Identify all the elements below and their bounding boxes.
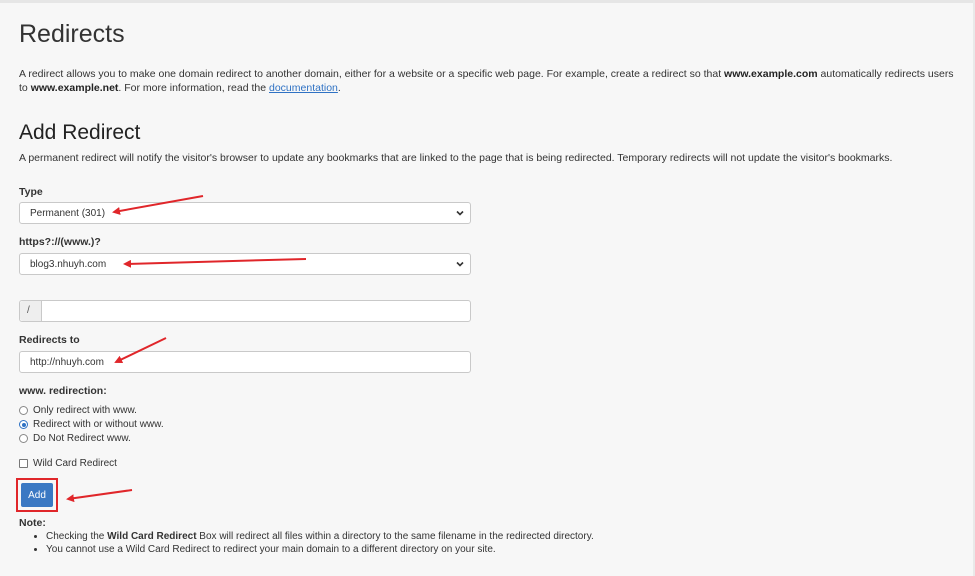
redirects-to-label: Redirects to: [19, 334, 80, 346]
note-list: Checking the Wild Card Redirect Box will…: [30, 530, 594, 556]
type-selected-value: Permanent (301): [30, 208, 106, 219]
top-border: [0, 0, 975, 3]
type-label: Type: [19, 186, 43, 198]
note-title: Note:: [19, 517, 46, 529]
documentation-link[interactable]: documentation: [269, 82, 338, 94]
note-item: You cannot use a Wild Card Redirect to r…: [46, 543, 594, 556]
checkbox[interactable]: [19, 459, 28, 468]
redirects-to-input[interactable]: http://nhuyh.com: [19, 351, 471, 373]
add-redirect-description: A permanent redirect will notify the vis…: [19, 152, 893, 164]
domain-selected-value: blog3.nhuyh.com: [30, 259, 107, 270]
redirects-to-value: http://nhuyh.com: [30, 357, 104, 368]
path-prefix: /: [20, 301, 42, 321]
arrow-to-add-button: [66, 489, 133, 503]
domain-label: https?://(www.)?: [19, 236, 101, 248]
page-title: Redirects: [19, 20, 125, 48]
type-select[interactable]: Permanent (301): [19, 202, 471, 224]
add-button-highlight: Add: [16, 478, 58, 512]
chevron-down-icon: [456, 210, 464, 216]
domain-select[interactable]: blog3.nhuyh.com: [19, 253, 471, 275]
note-item: Checking the Wild Card Redirect Box will…: [46, 530, 594, 543]
add-redirect-heading: Add Redirect: [19, 121, 141, 144]
www-redirection-label: www. redirection:: [19, 385, 107, 397]
add-button[interactable]: Add: [21, 483, 53, 507]
radio-button[interactable]: [19, 434, 28, 443]
chevron-down-icon: [456, 261, 464, 267]
intro-text: A redirect allows you to make one domain…: [19, 68, 954, 94]
radio-button[interactable]: [19, 406, 28, 415]
path-input[interactable]: /: [19, 300, 471, 322]
radio-button-selected[interactable]: [19, 420, 28, 429]
